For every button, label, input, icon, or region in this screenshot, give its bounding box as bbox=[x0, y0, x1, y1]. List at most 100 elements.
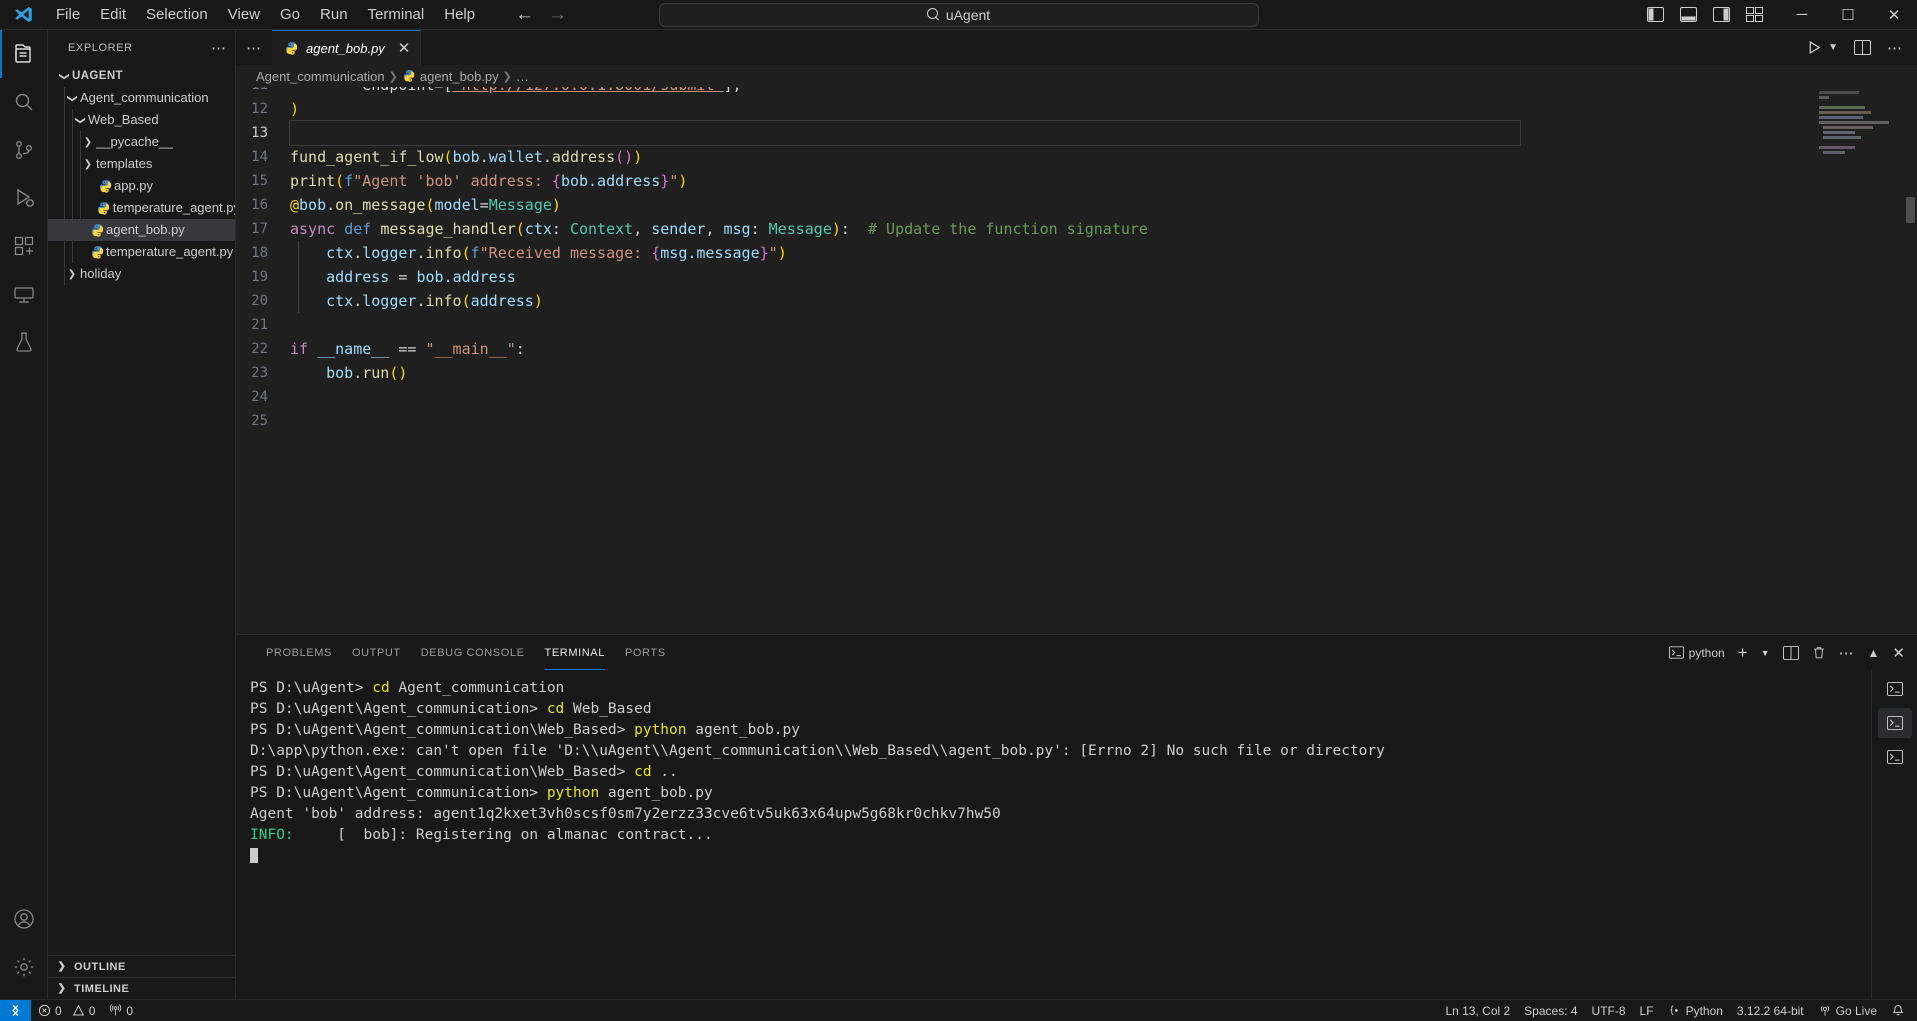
explorer-more-actions-icon[interactable]: ⋯ bbox=[211, 39, 227, 57]
code-line-18[interactable]: 18 ctx.logger.info(f"Received message: {… bbox=[236, 241, 1811, 265]
code-line-20[interactable]: 20 ctx.logger.info(address) bbox=[236, 289, 1811, 313]
code-line-16[interactable]: 16 @bob.on_message(model=Message) bbox=[236, 193, 1811, 217]
line-source[interactable]: async def message_handler(ctx: Context, … bbox=[290, 217, 1148, 241]
close-button[interactable]: ✕ bbox=[1871, 0, 1917, 30]
toggle-secondary-sidebar-icon[interactable] bbox=[1713, 7, 1730, 22]
activity-explorer[interactable] bbox=[0, 30, 48, 78]
panel-more-actions-icon[interactable]: ⋯ bbox=[1839, 644, 1855, 662]
minimize-button[interactable]: ─ bbox=[1779, 0, 1825, 30]
chevron-right-icon[interactable]: ❯ bbox=[64, 269, 80, 280]
chevron-down-icon[interactable]: ❯ bbox=[75, 112, 86, 128]
tree-item-agent-bob-py[interactable]: agent_bob.py bbox=[48, 219, 235, 241]
activity-accounts[interactable] bbox=[0, 895, 48, 943]
activity-remote-explorer[interactable] bbox=[0, 270, 48, 318]
tree-item-temperature-agent-py[interactable]: temperature_agent.py bbox=[48, 241, 235, 263]
arrow-right-icon[interactable]: → bbox=[548, 5, 567, 24]
split-terminal-icon[interactable] bbox=[1782, 645, 1799, 660]
minimap[interactable] bbox=[1811, 87, 1903, 634]
menu-go[interactable]: Go bbox=[270, 3, 310, 27]
tree-item-agent-communication[interactable]: ❯ Agent_communication bbox=[48, 87, 235, 109]
line-source[interactable]: bob.run() bbox=[290, 361, 407, 385]
command-center[interactable]: uAgent bbox=[658, 2, 1259, 27]
code-line-14[interactable]: 14 fund_agent_if_low(bob.wallet.address()… bbox=[236, 145, 1811, 169]
line-source[interactable]: endpoint=["http://127.0.0.1:8001/submit"… bbox=[290, 87, 741, 97]
tab-terminal[interactable]: TERMINAL bbox=[535, 635, 615, 670]
status-python-interpreter[interactable]: 3.12.2 64-bit bbox=[1730, 1000, 1811, 1021]
code-editor[interactable]: 11 endpoint=["http://127.0.0.1:8001/subm… bbox=[236, 87, 1917, 634]
tree-item-web-based[interactable]: ❯ Web_Based bbox=[48, 109, 235, 131]
line-source[interactable]: fund_agent_if_low(bob.wallet.address()) bbox=[290, 145, 642, 169]
tree-item-app-py[interactable]: app.py bbox=[48, 175, 235, 197]
line-source[interactable]: ctx.logger.info(address) bbox=[290, 289, 543, 313]
code-lines[interactable]: 11 endpoint=["http://127.0.0.1:8001/subm… bbox=[236, 87, 1811, 634]
code-line-21[interactable]: 21 bbox=[236, 313, 1811, 337]
maximize-panel-icon[interactable]: ▲ bbox=[1868, 646, 1880, 660]
code-line-25[interactable]: 25 bbox=[236, 409, 1811, 433]
menu-help[interactable]: Help bbox=[434, 3, 485, 27]
code-line-22[interactable]: 22 if __name__ == "__main__": bbox=[236, 337, 1811, 361]
activity-extensions[interactable] bbox=[0, 222, 48, 270]
code-line-17[interactable]: 17 async def message_handler(ctx: Context… bbox=[236, 217, 1811, 241]
code-line-24[interactable]: 24 bbox=[236, 385, 1811, 409]
menu-view[interactable]: View bbox=[218, 3, 270, 27]
code-line-11[interactable]: 11 endpoint=["http://127.0.0.1:8001/subm… bbox=[236, 87, 1811, 97]
terminal-output[interactable]: PS D:\uAgent> cd Agent_communication PS D… bbox=[236, 670, 1871, 999]
code-line-15[interactable]: 15 print(f"Agent 'bob' address: {bob.addr… bbox=[236, 169, 1811, 193]
terminal-instance-1-icon[interactable] bbox=[1878, 674, 1912, 704]
remote-window-indicator[interactable] bbox=[0, 999, 31, 1021]
status-editor-encoding[interactable]: UTF-8 bbox=[1585, 1000, 1633, 1021]
activity-testing[interactable] bbox=[0, 318, 48, 366]
activity-settings[interactable] bbox=[0, 943, 48, 991]
split-editor-right-icon[interactable] bbox=[1854, 40, 1871, 55]
editor-more-actions-icon[interactable]: ⋯ bbox=[1887, 39, 1903, 57]
close-panel-icon[interactable]: ✕ bbox=[1892, 644, 1905, 662]
status-editor-eol[interactable]: LF bbox=[1633, 1000, 1661, 1021]
line-source[interactable]: if __name__ == "__main__": bbox=[290, 337, 525, 361]
menu-terminal[interactable]: Terminal bbox=[358, 3, 435, 27]
status-editor-position[interactable]: Ln 13, Col 2 bbox=[1438, 1000, 1517, 1021]
tree-item-temperature-agent-py[interactable]: temperature_agent.py bbox=[48, 197, 235, 219]
line-source[interactable]: address = bob.address bbox=[290, 265, 516, 289]
code-line-19[interactable]: 19 address = bob.address bbox=[236, 265, 1811, 289]
activity-run-and-debug[interactable] bbox=[0, 174, 48, 222]
chevron-down-icon[interactable]: ❯ bbox=[67, 90, 78, 106]
code-line-12[interactable]: 12) bbox=[236, 97, 1811, 121]
terminal-instance-2-icon[interactable] bbox=[1877, 708, 1912, 738]
status-editor-indentation[interactable]: Spaces: 4 bbox=[1517, 1000, 1584, 1021]
status-problems[interactable]: 0 0 bbox=[31, 1000, 102, 1021]
status-ports[interactable]: 0 bbox=[102, 1000, 140, 1021]
menu-file[interactable]: File bbox=[46, 3, 90, 27]
line-source[interactable] bbox=[289, 120, 1521, 146]
outline-section-header[interactable]: ❯ OUTLINE bbox=[48, 955, 235, 977]
status-notifications[interactable] bbox=[1884, 1000, 1917, 1021]
run-dropdown-icon[interactable]: ▼ bbox=[1828, 42, 1838, 53]
tree-item-holiday[interactable]: ❯ holiday bbox=[48, 263, 235, 285]
chevron-down-icon[interactable]: ❯ bbox=[59, 68, 70, 84]
tab-problems[interactable]: PROBLEMS bbox=[256, 635, 342, 670]
menu-edit[interactable]: Edit bbox=[90, 3, 136, 27]
terminal-instance-3-icon[interactable] bbox=[1878, 742, 1912, 772]
menu-run[interactable]: Run bbox=[310, 3, 358, 27]
outline-section[interactable]: ❯ OUTLINE bbox=[48, 955, 235, 977]
tree-item--pycache-[interactable]: ❯ __pycache__ bbox=[48, 131, 235, 153]
line-source[interactable]: ) bbox=[290, 97, 299, 121]
toggle-primary-sidebar-icon[interactable] bbox=[1647, 7, 1664, 22]
breadcrumb-item-file[interactable]: agent_bob.py bbox=[420, 69, 499, 84]
customize-layout-icon[interactable] bbox=[1746, 7, 1763, 22]
timeline-section-header[interactable]: ❯ TIMELINE bbox=[48, 977, 235, 999]
editor-scrollbar[interactable] bbox=[1903, 87, 1917, 634]
code-line-13[interactable]: 13 bbox=[236, 120, 1811, 146]
tab-debug-console[interactable]: DEBUG CONSOLE bbox=[411, 635, 535, 670]
line-source[interactable]: print(f"Agent 'bob' address: {bob.addres… bbox=[290, 169, 687, 193]
tree-item-uagent[interactable]: ❯ UAGENT bbox=[48, 65, 235, 87]
toggle-panel-icon[interactable] bbox=[1680, 7, 1697, 22]
activity-source-control[interactable] bbox=[0, 126, 48, 174]
new-terminal-icon[interactable]: + bbox=[1738, 643, 1748, 663]
line-source[interactable]: @bob.on_message(model=Message) bbox=[290, 193, 561, 217]
terminal-dropdown-icon[interactable]: ▼ bbox=[1761, 648, 1770, 658]
tab-agent-bob-py[interactable]: agent_bob.py ✕ bbox=[272, 30, 422, 65]
line-source[interactable]: ctx.logger.info(f"Received message: {msg… bbox=[290, 241, 787, 265]
menu-selection[interactable]: Selection bbox=[136, 3, 218, 27]
chevron-right-icon[interactable]: ❯ bbox=[80, 137, 96, 148]
timeline-section[interactable]: ❯ TIMELINE bbox=[48, 977, 235, 999]
